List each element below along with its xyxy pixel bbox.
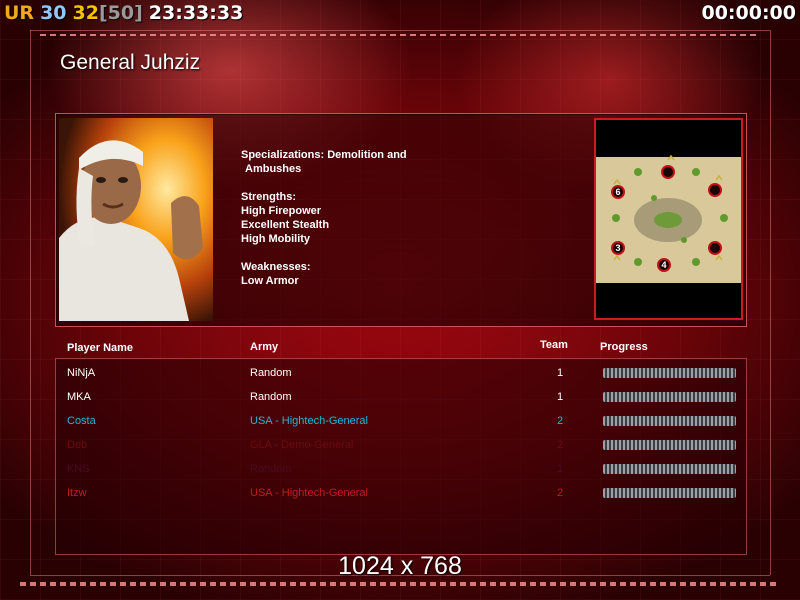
specializations-cont: Ambushes (245, 163, 302, 175)
map-slot-3-label: 3 (615, 243, 620, 253)
player-army: GLA - Demo-General (250, 439, 354, 451)
player-name: Deb (67, 439, 88, 451)
player-progress-bar (603, 464, 736, 474)
player-team: 2 (557, 415, 564, 427)
player-team: 2 (557, 487, 564, 499)
hud-clock: 23:33:33 (148, 2, 244, 24)
player-army: Random (250, 463, 292, 475)
header-player-name: Player Name (67, 342, 134, 354)
player-row: Itzw USA - Hightech-General 2 (0, 481, 800, 505)
player-name: MKA (67, 391, 91, 403)
strength-item: High Mobility (241, 233, 311, 245)
player-name: NiNjA (67, 367, 96, 379)
resolution-label: 1024 x 768 (338, 552, 462, 580)
weakness-item: Low Armor (241, 275, 299, 287)
player-progress-bar (603, 368, 736, 378)
strengths-label: Strengths: (241, 191, 296, 203)
specializations-label: Specializations: Demolition and (241, 149, 407, 161)
general-title: General Juhziz (60, 51, 201, 74)
player-row: KNS Random 1 (0, 457, 800, 481)
player-row: MKA Random 1 (0, 385, 800, 409)
player-army: USA - Hightech-General (250, 415, 368, 427)
hud-fps2: 32 (72, 2, 99, 24)
player-row: Deb GLA - Demo-General 2 (0, 433, 800, 457)
player-progress-bar (603, 440, 736, 450)
player-row: NiNjA Random 1 (0, 361, 800, 385)
player-team: 1 (557, 367, 564, 379)
header-progress: Progress (600, 341, 648, 353)
player-team: 1 (557, 391, 564, 403)
player-army: Random (250, 367, 292, 379)
player-team: 1 (557, 463, 564, 475)
player-name: Costa (67, 415, 96, 427)
strength-item: High Firepower (241, 205, 322, 217)
weaknesses-label: Weaknesses: (241, 261, 311, 273)
map-slot-6-label: 6 (615, 187, 620, 197)
bottom-dash-strip (20, 582, 780, 586)
map-slot-4-label: 4 (661, 260, 666, 270)
top-dash-strip (40, 34, 760, 36)
hud-timer: 00:00:00 (701, 2, 796, 24)
hud-overlay: UR 30 32[50] 23:33:33 (4, 1, 249, 25)
player-progress-bar (603, 488, 736, 498)
general-portrait (59, 118, 213, 321)
hud-fps: 30 (40, 2, 67, 24)
player-row: Costa USA - Hightech-General 2 (0, 409, 800, 433)
player-name: KNS (67, 463, 90, 475)
player-progress-bar (603, 392, 736, 402)
hud-label: UR (4, 2, 35, 24)
frame-line-top (30, 30, 770, 31)
strength-item: Excellent Stealth (241, 219, 330, 231)
player-name: Itzw (67, 487, 87, 499)
player-progress-bar (603, 416, 736, 426)
player-team: 2 (557, 439, 564, 451)
header-army: Army (250, 341, 279, 353)
header-team: Team (540, 339, 568, 351)
player-army: USA - Hightech-General (250, 487, 368, 499)
general-description: Specializations: Demolition and Ambushes… (241, 148, 571, 288)
player-army: Random (250, 391, 292, 403)
map-preview: 6 3 4 (594, 118, 743, 320)
hud-fps-limit: [50] (98, 2, 143, 24)
